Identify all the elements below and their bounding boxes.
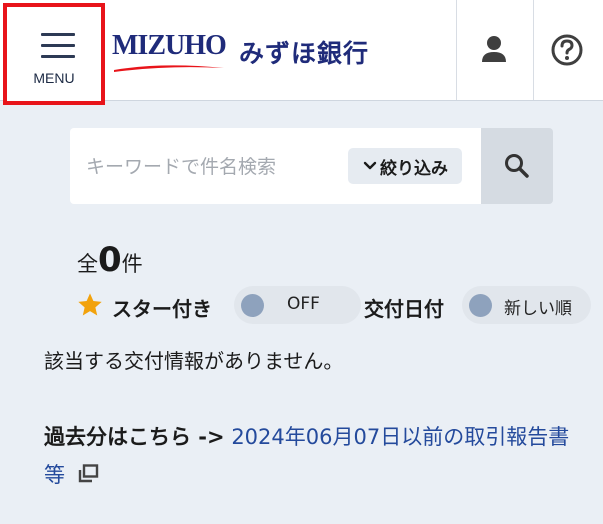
search-input[interactable] — [84, 150, 348, 184]
help-circle-icon[interactable] — [545, 28, 589, 72]
refine-label: 絞り込み — [380, 158, 448, 179]
mizuho-logo[interactable]: MIZUHO みずほ銀行 — [112, 30, 382, 72]
logo-text-jp: みずほ銀行 — [239, 39, 370, 68]
count-suffix: 件 — [121, 252, 143, 276]
star-filter-toggle[interactable]: OFF — [234, 286, 361, 324]
filter-row: スター付き OFF 交付日付 新しい順 — [76, 286, 603, 324]
hamburger-icon-line — [41, 44, 75, 47]
menu-button[interactable]: MENU — [3, 3, 105, 105]
search-button[interactable] — [481, 128, 553, 204]
result-count: 全0件 — [77, 240, 143, 280]
search-box: 絞り込み — [70, 128, 481, 204]
menu-label: MENU — [33, 70, 75, 86]
star-toggle-text: OFF — [287, 294, 320, 314]
date-order-text: 新しい順 — [504, 299, 572, 319]
count-value: 0 — [98, 240, 122, 280]
count-prefix: 全 — [77, 252, 98, 276]
toggle-knob — [469, 294, 492, 317]
empty-message: 該当する交付情報がありません。 — [44, 349, 344, 373]
logo-swoosh-icon — [114, 65, 224, 72]
header-divider — [456, 0, 457, 100]
external-window-icon — [78, 464, 99, 483]
past-records-label: 過去分はこちら -> — [44, 425, 225, 449]
chevron-down-icon — [363, 161, 377, 170]
date-order-toggle[interactable]: 新しい順 — [462, 286, 591, 324]
past-records: 過去分はこちら -> 2024年06月07日以前の取引報告書等 — [44, 418, 584, 494]
toggle-knob — [241, 294, 264, 317]
date-sort-label: 交付日付 — [364, 297, 444, 321]
hamburger-icon-line — [41, 33, 75, 36]
header-divider — [533, 0, 534, 100]
app-header: MENU MIZUHO みずほ銀行 — [0, 0, 603, 105]
star-filter-label: スター付き — [112, 297, 212, 321]
user-icon[interactable] — [472, 28, 516, 72]
logo-text-en: MIZUHO — [112, 30, 227, 61]
hamburger-icon-line — [41, 55, 75, 58]
refine-dropdown-button[interactable]: 絞り込み — [348, 148, 462, 184]
search-icon — [505, 154, 529, 178]
star-icon — [78, 293, 102, 316]
